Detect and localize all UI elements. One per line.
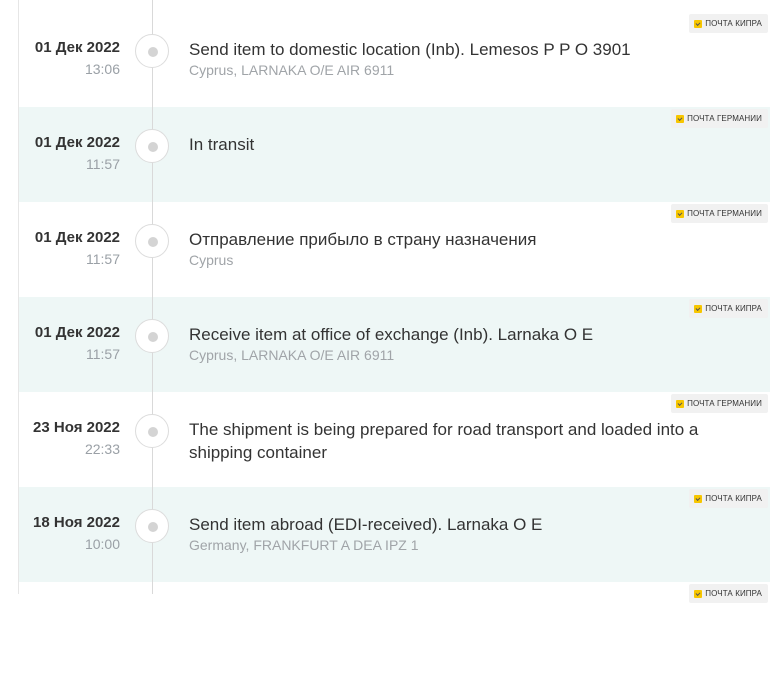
tracking-event: 23 Ноя 2022 22:33 The shipment is being …: [19, 392, 770, 487]
event-date: 01 Дек 2022: [34, 134, 120, 151]
event-title: Send item to domestic location (Inb). Le…: [189, 40, 631, 59]
event-title: In transit: [189, 135, 255, 154]
timeline-dot: [135, 224, 169, 258]
event-title: Отправление прибыло в страну назначения: [189, 230, 537, 249]
event-location: Germany, FRANKFURT A DEA IPZ 1: [189, 537, 419, 553]
event-title: Send item abroad (EDI-received). Larnaka…: [189, 515, 543, 534]
event-time: 10:00: [84, 536, 120, 552]
event-location: Cyprus, LARNAKA O/E AIR 6911: [189, 347, 395, 363]
carrier-badge: ПОЧТА ГЕРМАНИИ: [671, 394, 768, 413]
tracking-event: 01 Дек 2022 13:06 Send item to domestic …: [19, 12, 770, 107]
timeline-dot: [135, 509, 169, 543]
post-logo-icon: [694, 494, 703, 503]
event-location: Cyprus, LARNAKA O/E AIR 6911: [189, 62, 395, 78]
event-date: 18 Ноя 2022: [33, 514, 120, 531]
event-date: 01 Дек 2022: [34, 324, 120, 341]
timeline-dot: [135, 34, 169, 68]
event-date: 23 Ноя 2022: [33, 419, 120, 436]
carrier-badge: ПОЧТА КИПРА: [689, 14, 768, 33]
timeline-line: [152, 0, 153, 594]
event-title: The shipment is being prepared for road …: [189, 420, 699, 462]
carrier-name: ПОЧТА ГЕРМАНИИ: [687, 114, 762, 123]
carrier-badge: ПОЧТА КИПРА: [689, 299, 768, 318]
carrier-name: ПОЧТА КИПРА: [705, 19, 762, 28]
carrier-badge: ПОЧТА ГЕРМАНИИ: [671, 204, 768, 223]
carrier-badge: ПОЧТА КИПРА: [689, 489, 768, 508]
carrier-name: ПОЧТА ГЕРМАНИИ: [687, 209, 762, 218]
timeline-dot: [135, 414, 169, 448]
tracking-event: 01 Дек 2022 11:57 Отправление прибыло в …: [19, 202, 770, 297]
carrier-name: ПОЧТА ГЕРМАНИИ: [687, 399, 762, 408]
event-title: Receive item at office of exchange (Inb)…: [189, 325, 594, 344]
carrier-name: ПОЧТА КИПРА: [705, 304, 762, 313]
tracking-event: ПОЧТА КИПРА: [19, 582, 770, 677]
event-time: 11:57: [86, 346, 120, 362]
tracking-event: 18 Ноя 2022 10:00 Send item abroad (EDI-…: [19, 487, 770, 582]
event-date: 01 Дек 2022: [34, 39, 120, 56]
post-logo-icon: [676, 399, 685, 408]
post-logo-icon: [694, 304, 703, 313]
event-location: Cyprus: [189, 252, 234, 268]
timeline-dot: [135, 129, 169, 163]
post-logo-icon: [694, 19, 703, 28]
tracking-event: 01 Дек 2022 11:57 In transit ПОЧТА ГЕРМА…: [19, 107, 770, 202]
timeline-dot: [135, 319, 169, 353]
carrier-name: ПОЧТА КИПРА: [705, 494, 762, 503]
event-time: 11:57: [86, 251, 120, 267]
carrier-badge: ПОЧТА ГЕРМАНИИ: [671, 109, 768, 128]
event-time: 13:06: [84, 61, 120, 77]
tracking-event: 01 Дек 2022 11:57 Receive item at office…: [19, 297, 770, 392]
event-time: 22:33: [84, 441, 120, 457]
event-time: 11:57: [86, 156, 120, 172]
post-logo-icon: [676, 209, 685, 218]
event-date: 01 Дек 2022: [34, 229, 120, 246]
post-logo-icon: [676, 114, 685, 123]
